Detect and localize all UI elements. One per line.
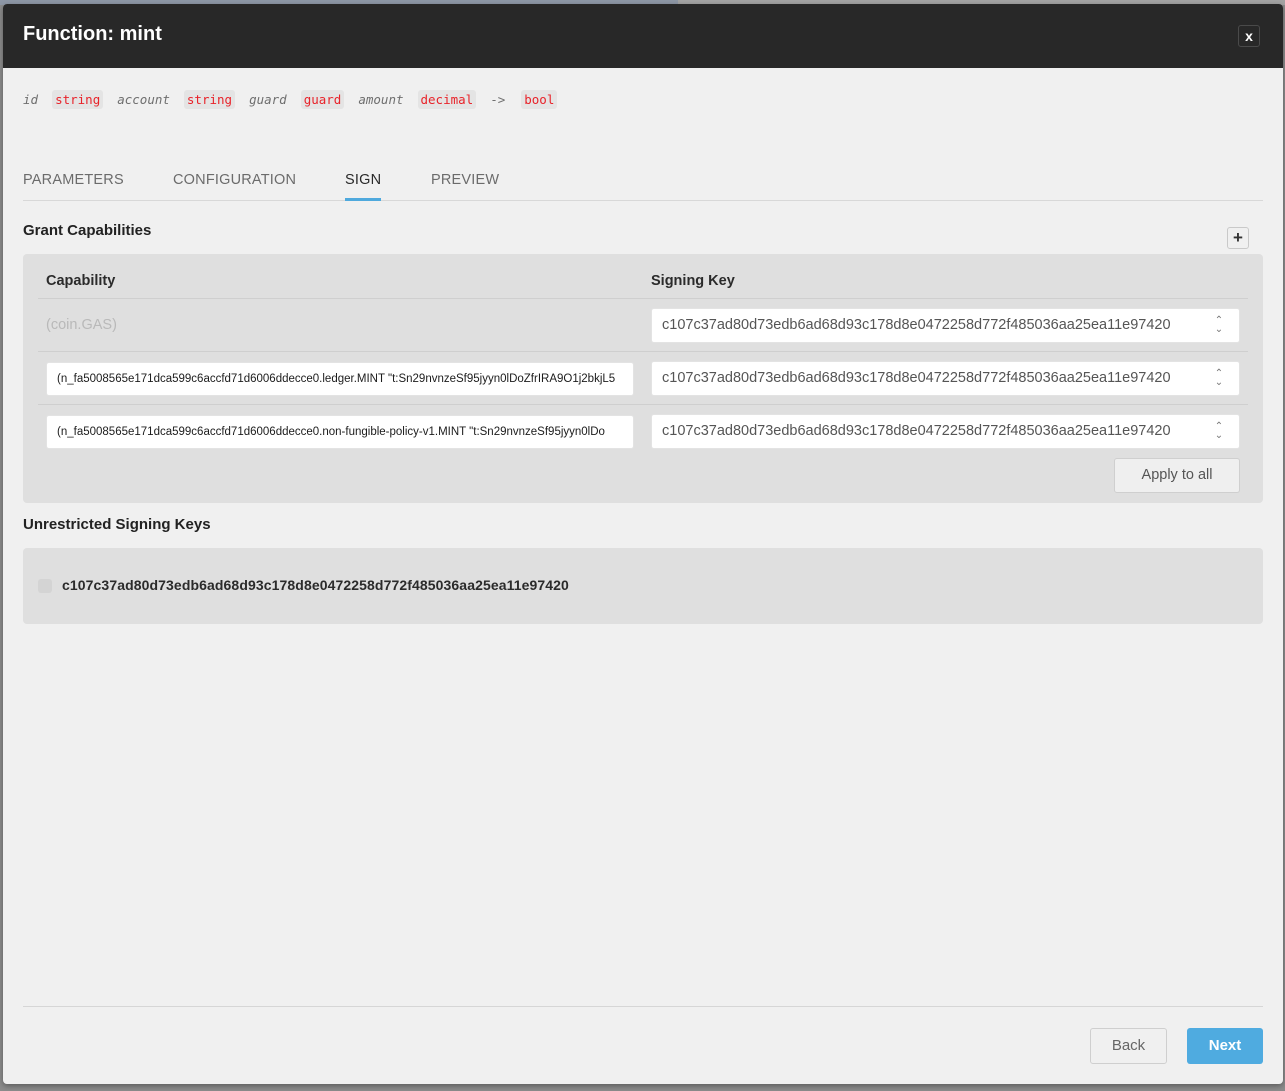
signing-key-select[interactable]: c107c37ad80d73edb6ad68d93c178d8e0472258d… [651,308,1240,343]
row-divider [38,298,1248,299]
select-chevron-icon: ⌃ ⌄ [1214,368,1224,388]
unrestricted-keys-panel: c107c37ad80d73edb6ad68d93c178d8e0472258d… [23,548,1263,624]
tab-preview[interactable]: PREVIEW [431,172,499,198]
select-chevron-icon: ⌃ ⌄ [1214,315,1224,335]
signing-key-value: c107c37ad80d73edb6ad68d93c178d8e0472258d… [662,370,1171,386]
capability-column-header: Capability [46,273,116,289]
unrestricted-signing-keys-title: Unrestricted Signing Keys [23,516,211,533]
select-chevron-icon: ⌃ ⌄ [1214,421,1224,441]
signing-key-column-header: Signing Key [651,273,735,289]
tab-parameters[interactable]: PARAMETERS [23,172,124,198]
signing-key-value: c107c37ad80d73edb6ad68d93c178d8e0472258d… [662,423,1171,439]
capability-input[interactable]: (n_fa5008565e171dca599c6accfd71d6006ddec… [46,362,634,396]
return-arrow: -> [490,92,506,107]
param-type: guard [300,90,345,109]
apply-to-all-button[interactable]: Apply to all [1114,458,1240,493]
next-button[interactable]: Next [1187,1028,1263,1064]
param-name: account [117,92,170,107]
param-type: string [183,90,236,109]
unrestricted-key-label: c107c37ad80d73edb6ad68d93c178d8e0472258d… [62,577,569,593]
return-type: bool [521,90,558,109]
back-button[interactable]: Back [1090,1028,1167,1064]
grant-capabilities-title: Grant Capabilities [23,222,152,239]
capability-gas-label: (coin.GAS) [46,317,117,333]
signing-key-select[interactable]: c107c37ad80d73edb6ad68d93c178d8e0472258d… [651,414,1240,449]
capabilities-panel: Capability Signing Key (coin.GAS) c107c3… [23,254,1263,503]
param-name: amount [358,92,404,107]
close-button[interactable]: x [1238,25,1260,47]
param-type: string [52,90,104,109]
row-divider [38,351,1248,352]
capability-input[interactable]: (n_fa5008565e171dca599c6accfd71d6006ddec… [46,415,634,449]
modal-header: Function: mint x [3,4,1283,68]
tab-bar: PARAMETERS CONFIGURATION SIGN PREVIEW [23,168,1263,201]
param-type: decimal [417,90,477,109]
unrestricted-key-checkbox[interactable] [38,579,52,593]
tab-sign[interactable]: SIGN [345,172,382,201]
footer-divider [23,1006,1263,1007]
modal-title: Function: mint [23,23,162,45]
param-name: guard [249,92,287,107]
param-name: id [23,92,39,107]
function-modal: Function: mint x id string account strin… [3,4,1283,1084]
add-capability-button[interactable]: + [1227,227,1249,249]
row-divider [38,404,1248,405]
tab-configuration[interactable]: CONFIGURATION [173,172,296,198]
function-signature: id string account string guard guard amo… [23,90,571,109]
signing-key-select[interactable]: c107c37ad80d73edb6ad68d93c178d8e0472258d… [651,361,1240,396]
signing-key-value: c107c37ad80d73edb6ad68d93c178d8e0472258d… [662,317,1171,333]
